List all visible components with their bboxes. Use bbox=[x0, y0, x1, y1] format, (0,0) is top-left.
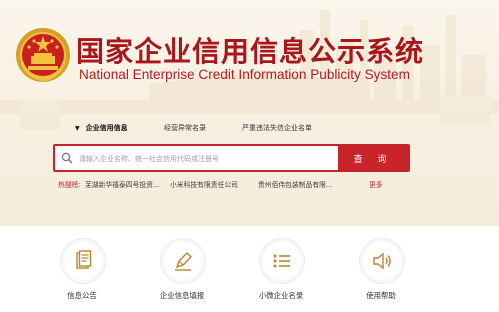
site-title-chinese: 国家企业信用信息公示系统 bbox=[76, 35, 425, 68]
hot-search-item[interactable]: 贵州佰伟包装制品有限... bbox=[258, 179, 332, 189]
tab-serious-violation-list[interactable]: 严重违法失信企业名单 bbox=[242, 123, 312, 133]
search-tabs: ▼ 企业信用信息 经营异常名录 严重违法失信企业名单 bbox=[0, 123, 499, 137]
hot-search-item[interactable]: 小米科技有限责任公司 bbox=[170, 179, 238, 189]
national-emblem-icon bbox=[16, 28, 70, 82]
hot-search-label: 热搜榜: bbox=[58, 181, 81, 189]
list-icon bbox=[273, 254, 290, 268]
enterprise-info-filing-button[interactable] bbox=[160, 238, 206, 284]
info-announcement-button[interactable] bbox=[60, 238, 106, 284]
feature-label-info-announcement[interactable]: 信息公告 bbox=[67, 290, 97, 301]
feature-label-usage-help[interactable]: 使用帮助 bbox=[366, 290, 396, 301]
feature-label-enterprise-filing[interactable]: 企业信息填报 bbox=[160, 290, 204, 301]
tab-enterprise-credit-info[interactable]: ▼ 企业信用信息 bbox=[75, 123, 128, 133]
search-input[interactable] bbox=[77, 148, 333, 170]
small-micro-enterprise-list-button[interactable] bbox=[259, 238, 305, 284]
caret-down-icon: ▼ bbox=[75, 125, 80, 132]
search-button[interactable]: 查 询 bbox=[338, 146, 408, 170]
tab-abnormal-operation-list[interactable]: 经营异常名录 bbox=[164, 123, 206, 133]
header-banner: 国家企业信用信息公示系统 National Enterprise Credit … bbox=[0, 0, 499, 226]
document-icon bbox=[76, 250, 92, 269]
speaker-icon bbox=[373, 252, 391, 270]
hot-search-more-link[interactable]: 更多 bbox=[369, 179, 383, 189]
search-icon bbox=[61, 152, 73, 164]
pen-icon bbox=[175, 252, 192, 271]
usage-help-button[interactable] bbox=[359, 238, 405, 284]
hot-search-item[interactable]: 芜湖新华禧泰四号投资... bbox=[85, 179, 159, 189]
search-box: 查 询 bbox=[53, 144, 410, 172]
hot-search-bar: 热搜榜: 芜湖新华禧泰四号投资... 小米科技有限责任公司 贵州佰伟包装制品有限… bbox=[58, 179, 458, 191]
feature-label-small-micro-list[interactable]: 小微企业名录 bbox=[259, 290, 303, 301]
tab-label: 企业信用信息 bbox=[85, 124, 128, 132]
site-title-english: National Enterprise Credit Information P… bbox=[79, 67, 410, 82]
